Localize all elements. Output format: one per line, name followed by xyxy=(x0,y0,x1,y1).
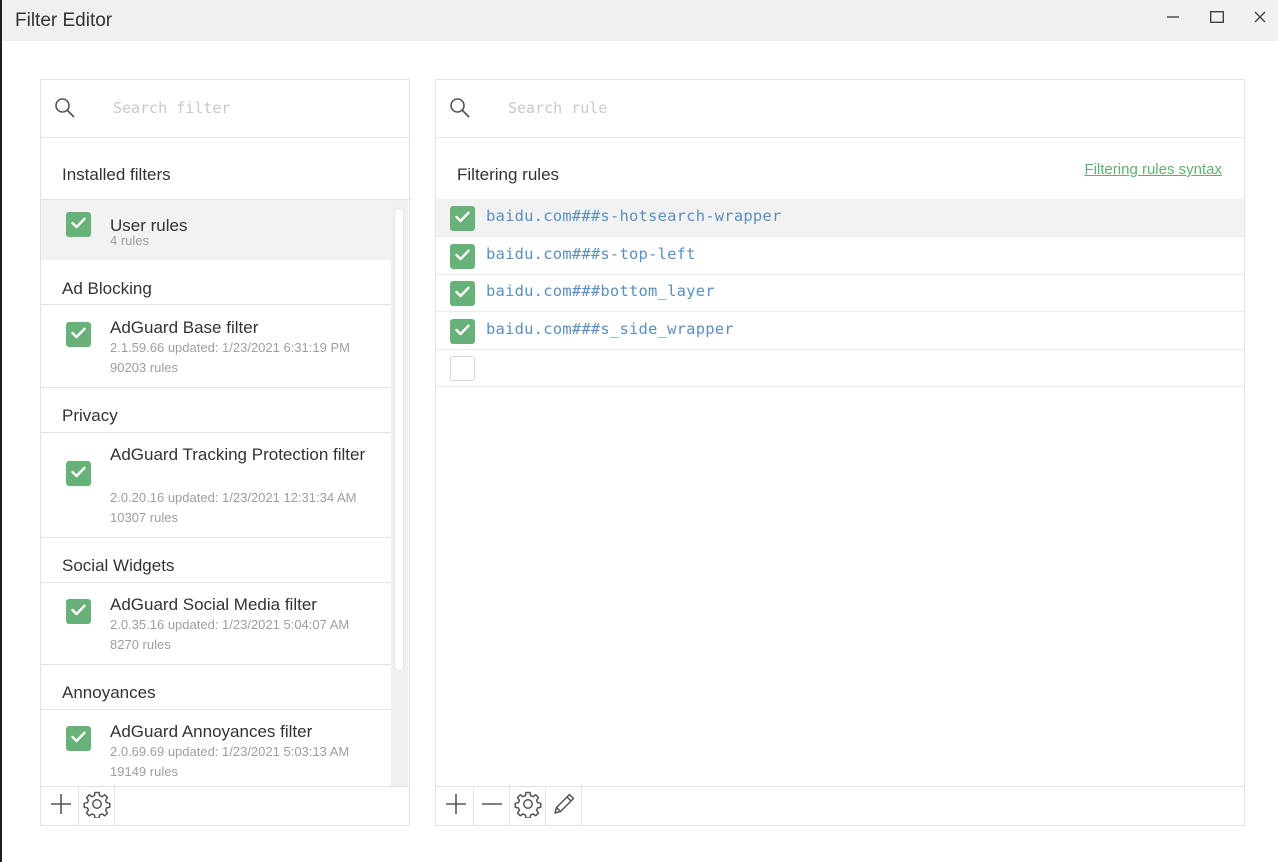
check-icon xyxy=(455,210,470,228)
remove-rule-button[interactable] xyxy=(474,787,510,825)
filter-rule-count: 19149 rules xyxy=(110,764,178,779)
social-filter-checkbox[interactable] xyxy=(66,599,91,624)
base-filter-checkbox[interactable] xyxy=(66,322,91,347)
rule-text: baidu.com###bottom_layer xyxy=(486,282,715,300)
rule-checkbox[interactable] xyxy=(450,281,475,306)
gear-icon xyxy=(82,790,111,823)
rule-text: baidu.com###s_side_wrapper xyxy=(486,320,734,338)
check-icon xyxy=(455,323,470,341)
close-icon xyxy=(1254,11,1266,23)
filter-name: AdGuard Social Media filter xyxy=(110,595,317,614)
filter-item-social-media[interactable]: AdGuard Social Media filter 2.0.35.16 up… xyxy=(41,583,391,665)
add-filter-button[interactable] xyxy=(43,787,79,825)
check-icon xyxy=(71,216,86,234)
rule-text: baidu.com###s-top-left xyxy=(486,245,696,263)
group-header-ad-blocking: Ad Blocking xyxy=(62,279,152,298)
rule-text: baidu.com###s-hotsearch-wrapper xyxy=(486,207,782,225)
filter-version: 2.1.59.66 updated: 1/23/2021 6:31:19 PM xyxy=(110,340,350,355)
filter-version: 2.0.20.16 updated: 1/23/2021 12:31:34 AM xyxy=(110,490,357,505)
maximize-button[interactable] xyxy=(1195,0,1239,34)
window-edge xyxy=(0,0,2,862)
filters-scrollbar-thumb[interactable] xyxy=(394,208,404,671)
rule-row[interactable]: baidu.com###s-hotsearch-wrapper xyxy=(436,199,1244,237)
filter-item-user-rules[interactable]: User rules 4 rules xyxy=(41,200,391,260)
filters-toolbar xyxy=(41,786,409,825)
pencil-icon xyxy=(551,791,577,822)
check-icon xyxy=(455,248,470,266)
filter-version: 2.0.35.16 updated: 1/23/2021 5:04:07 AM xyxy=(110,617,350,632)
filter-rule-count: 8270 rules xyxy=(110,637,171,652)
rule-checkbox[interactable] xyxy=(450,206,475,231)
group-header-social-widgets: Social Widgets xyxy=(62,556,175,575)
rule-checkbox[interactable] xyxy=(450,356,475,381)
group-header-annoyances: Annoyances xyxy=(62,683,156,702)
filter-rule-count: 4 rules xyxy=(110,233,150,248)
check-icon xyxy=(71,603,86,621)
filtering-rules-syntax-link[interactable]: Filtering rules syntax xyxy=(1084,161,1222,178)
rules-panel: Filtering rules Filtering rules syntax b… xyxy=(435,79,1245,826)
divider xyxy=(41,664,391,665)
window-title: Filter Editor xyxy=(15,10,113,31)
rule-settings-button[interactable] xyxy=(510,787,546,825)
rules-title: Filtering rules xyxy=(457,165,560,184)
rules-toolbar xyxy=(436,786,1244,825)
rule-search-bar xyxy=(436,80,1244,138)
group-header-privacy: Privacy xyxy=(62,406,118,425)
minimize-button[interactable] xyxy=(1151,0,1195,34)
add-rule-button[interactable] xyxy=(438,787,474,825)
filter-version: 2.0.69.69 updated: 1/23/2021 5:03:13 AM xyxy=(110,744,350,759)
rule-row[interactable]: baidu.com###s_side_wrapper xyxy=(436,312,1244,350)
check-icon xyxy=(71,326,86,344)
title-bar: Filter Editor xyxy=(2,0,1278,41)
filter-name: AdGuard Annoyances filter xyxy=(110,722,313,741)
gear-icon xyxy=(513,790,542,823)
filter-rule-count: 90203 rules xyxy=(110,360,178,375)
search-icon xyxy=(54,97,76,119)
check-icon xyxy=(71,730,86,748)
maximize-icon xyxy=(1210,11,1224,23)
annoyances-filter-checkbox[interactable] xyxy=(66,726,91,751)
filter-name: AdGuard Base filter xyxy=(110,318,259,337)
filter-rule-count: 10307 rules xyxy=(110,510,178,525)
installed-filters-header: Installed filters xyxy=(62,165,171,184)
plus-icon xyxy=(50,793,72,820)
rule-row-new[interactable] xyxy=(436,349,1244,387)
filter-search-bar xyxy=(41,80,409,138)
filter-search-input[interactable] xyxy=(113,96,363,120)
search-icon xyxy=(449,97,471,119)
rule-checkbox[interactable] xyxy=(450,319,475,344)
tracking-filter-checkbox[interactable] xyxy=(66,461,91,486)
divider xyxy=(41,387,391,388)
rule-search-input[interactable] xyxy=(508,96,758,120)
filters-panel: Installed filters User rules 4 rules Ad … xyxy=(40,79,411,826)
close-button[interactable] xyxy=(1238,0,1278,34)
filter-item-tracking-protection[interactable]: AdGuard Tracking Protection filter 2.0.2… xyxy=(41,433,391,537)
filter-item-base[interactable]: AdGuard Base filter 2.1.59.66 updated: 1… xyxy=(41,305,391,387)
edit-rule-button[interactable] xyxy=(546,787,582,825)
filter-item-annoyances[interactable]: AdGuard Annoyances filter 2.0.69.69 upda… xyxy=(41,710,391,788)
minimize-icon xyxy=(1167,11,1179,23)
rule-row[interactable]: baidu.com###s-top-left xyxy=(436,237,1244,275)
filter-name: AdGuard Tracking Protection filter xyxy=(110,445,366,464)
rule-checkbox[interactable] xyxy=(450,244,475,269)
divider xyxy=(41,537,391,538)
filter-settings-button[interactable] xyxy=(79,787,115,825)
check-icon xyxy=(71,465,86,483)
plus-icon xyxy=(445,793,467,820)
minus-icon xyxy=(481,793,503,820)
user-rules-checkbox[interactable] xyxy=(66,212,91,237)
filter-name: User rules xyxy=(110,216,188,235)
check-icon xyxy=(455,285,470,303)
rule-row[interactable]: baidu.com###bottom_layer xyxy=(436,274,1244,312)
